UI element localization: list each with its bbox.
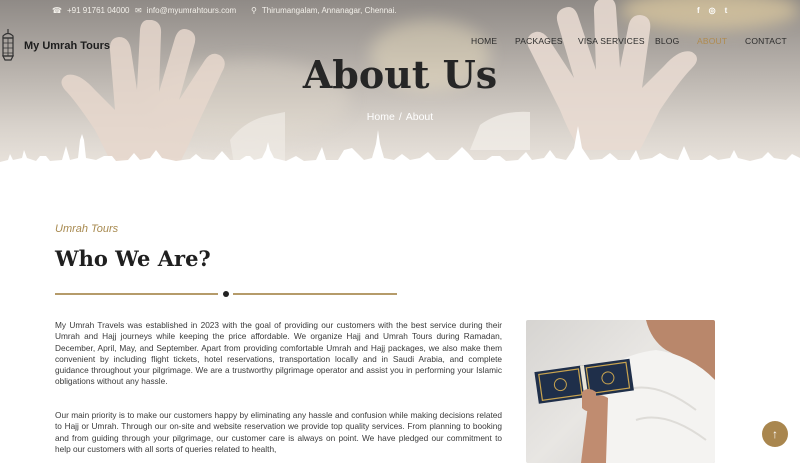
phone-number: +91 91761 04000	[66, 6, 130, 15]
address-text: Thirumangalam, Annanagar, Chennai.	[261, 6, 397, 15]
pilgrim-reading-quran-image	[526, 320, 715, 463]
phone-icon: ☎	[52, 6, 62, 15]
email-icon: ✉	[135, 6, 142, 15]
pilgrim-illustration	[534, 320, 715, 463]
about-paragraph-2: Our main priority is to make our custome…	[55, 410, 502, 454]
hero-banner: ☎ +91 91761 04000 ✉ info@myumrahtours.co…	[0, 0, 800, 180]
city-skyline-divider	[0, 126, 800, 180]
top-info-bar: ☎ +91 91761 04000 ✉ info@myumrahtours.co…	[0, 6, 800, 20]
location-pin-icon: ⚲	[251, 6, 257, 15]
divider-dot	[223, 291, 229, 297]
divider-line	[233, 293, 397, 295]
nav-item-blog[interactable]: BLOG	[655, 36, 679, 46]
page-title: About Us	[302, 52, 498, 97]
scroll-to-top-button[interactable]: ↑	[762, 421, 788, 447]
divider-line	[55, 293, 218, 295]
section-kicker: Umrah Tours	[55, 223, 119, 235]
twitter-icon[interactable]: t	[725, 6, 728, 15]
email-address: info@myumrahtours.com	[146, 6, 237, 15]
address-contact: ⚲ Thirumangalam, Annanagar, Chennai.	[251, 6, 397, 15]
email-contact[interactable]: ✉ info@myumrahtours.com	[135, 6, 236, 15]
facebook-icon[interactable]: f	[697, 6, 700, 15]
nav-item-home[interactable]: HOME	[471, 36, 497, 46]
heading-divider	[55, 288, 397, 300]
nav-item-contact[interactable]: CONTACT	[745, 36, 787, 46]
instagram-icon[interactable]: ◎	[709, 6, 716, 15]
section-heading: Who We Are?	[55, 246, 211, 271]
social-links: f ◎ t	[697, 6, 727, 15]
phone-contact[interactable]: ☎ +91 91761 04000	[52, 6, 129, 15]
nav-item-visa-services[interactable]: VISA SERVICES	[578, 36, 645, 46]
nav-item-packages[interactable]: PACKAGES	[515, 36, 563, 46]
arrow-up-icon: ↑	[772, 427, 778, 441]
nav-item-about[interactable]: ABOUT	[697, 36, 727, 46]
main-navigation: HOME PACKAGES VISA SERVICES BLOG ABOUT C…	[0, 36, 800, 48]
about-paragraph-1: My Umrah Travels was established in 2023…	[55, 320, 502, 387]
